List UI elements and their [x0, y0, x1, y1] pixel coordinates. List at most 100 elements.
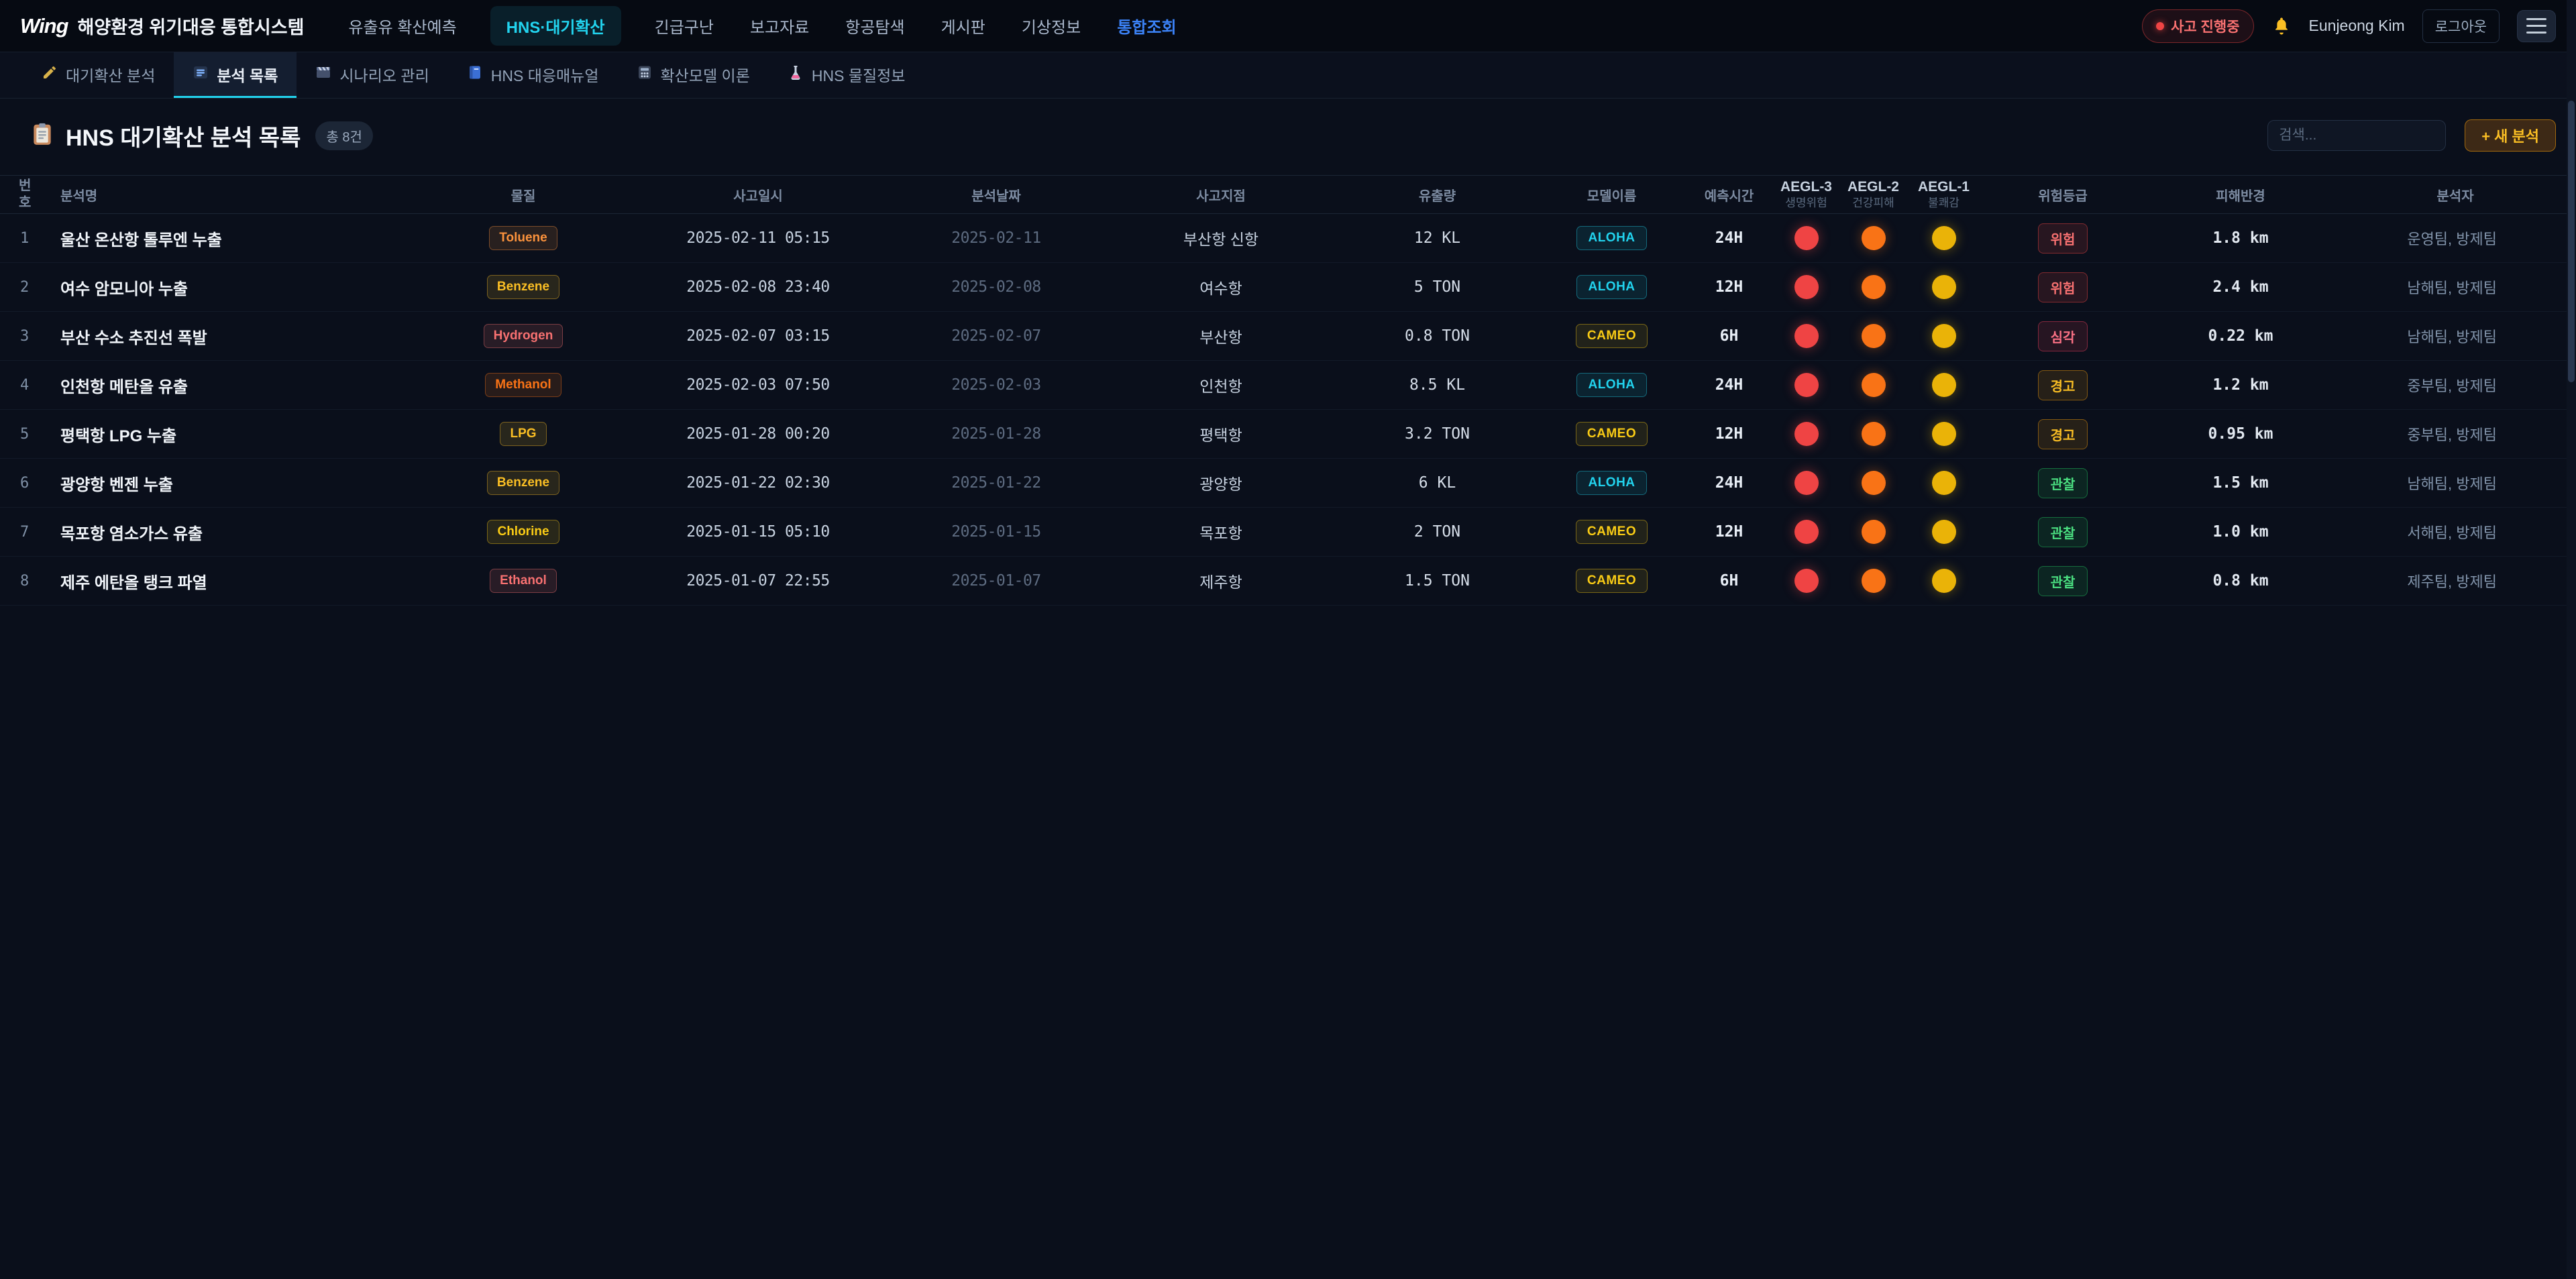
accident-datetime: 2025-01-22 02:30 [631, 474, 885, 492]
risk-badge: 경고 [2038, 419, 2088, 449]
logout-button[interactable]: 로그아웃 [2422, 9, 2500, 43]
col-header-analyst: 분석자 [2334, 185, 2576, 205]
risk-badge: 경고 [2038, 370, 2088, 400]
col-header-aegl3: AEGL-3 생명위험 [1774, 178, 1838, 211]
substance-badge: Benzene [487, 471, 559, 495]
analysis-date: 2025-01-28 [885, 425, 1107, 443]
clapperboard-icon [315, 64, 331, 85]
aegl3-indicator [1794, 226, 1819, 250]
aegl1-indicator [1932, 471, 1956, 495]
tab-hns-substance-info[interactable]: HNS 물질정보 [769, 52, 924, 98]
analyst: 중부팀, 방제팀 [2334, 374, 2576, 396]
tab-scenario-management[interactable]: 시나리오 관리 [297, 52, 447, 98]
col-header-radius: 피해반경 [2147, 185, 2334, 205]
nav-item-weather-info[interactable]: 기상정보 [1019, 6, 1083, 46]
aegl3-indicator [1794, 373, 1819, 397]
table-row[interactable]: 2 여수 암모니아 누출 Benzene 2025-02-08 23:40 20… [0, 263, 2576, 312]
prediction-duration: 24H [1684, 229, 1774, 247]
accident-datetime: 2025-01-28 00:20 [631, 425, 885, 443]
nav-item-oil-spill-prediction[interactable]: 유출유 확산예측 [345, 6, 459, 46]
accident-datetime: 2025-02-11 05:15 [631, 229, 885, 247]
risk-badge: 관찰 [2038, 517, 2088, 547]
analysis-name: 평택항 LPG 누출 [47, 423, 416, 446]
tab-label: 대기확산 분석 [66, 63, 155, 86]
analysis-date: 2025-01-22 [885, 474, 1107, 492]
tab-diffusion-model-theory[interactable]: 확산모델 이론 [618, 52, 769, 98]
aegl3-indicator [1794, 569, 1819, 593]
nav-item-aerial-search[interactable]: 항공탐색 [843, 6, 907, 46]
pencil-icon [42, 64, 58, 85]
table-row[interactable]: 1 울산 온산항 톨루엔 누출 Toluene 2025-02-11 05:15… [0, 214, 2576, 263]
nav-item-emergency-rescue[interactable]: 긴급구난 [652, 6, 716, 46]
damage-radius: 0.8 km [2147, 572, 2334, 590]
accident-location: 제주항 [1107, 569, 1335, 592]
analyst: 남해팀, 방제팀 [2334, 276, 2576, 298]
spill-amount: 3.2 TON [1335, 425, 1540, 443]
damage-radius: 1.5 km [2147, 474, 2334, 492]
aegl2-indicator [1862, 226, 1886, 250]
list-icon [193, 64, 209, 85]
nav-item-hns-diffusion[interactable]: HNS·대기확산 [490, 6, 621, 46]
table-body: 1 울산 온산항 톨루엔 누출 Toluene 2025-02-11 05:15… [0, 214, 2576, 606]
row-number: 3 [0, 328, 47, 345]
app-logo: Wing [20, 14, 68, 38]
top-nav: Wing 해양환경 위기대응 통합시스템 유출유 확산예측 HNS·대기확산 긴… [0, 0, 2576, 52]
prediction-duration: 12H [1684, 523, 1774, 541]
model-badge: CAMEO [1576, 324, 1648, 348]
bell-icon[interactable] [2271, 16, 2292, 36]
tab-analysis-list[interactable]: 분석 목록 [174, 52, 297, 98]
col-header-analysis-date: 분석날짜 [885, 185, 1107, 205]
aegl2-indicator [1862, 324, 1886, 348]
tab-label: HNS 대응매뉴얼 [491, 63, 599, 86]
aegl1-indicator [1932, 373, 1956, 397]
model-badge: ALOHA [1576, 471, 1646, 495]
tab-hns-response-manual[interactable]: HNS 대응매뉴얼 [448, 52, 618, 98]
analyst: 중부팀, 방제팀 [2334, 423, 2576, 445]
analyst: 서해팀, 방제팀 [2334, 521, 2576, 543]
damage-radius: 0.95 km [2147, 425, 2334, 443]
aegl2-indicator [1862, 471, 1886, 495]
accident-location: 목포항 [1107, 520, 1335, 543]
analysis-date: 2025-01-07 [885, 572, 1107, 590]
analyst: 남해팀, 방제팀 [2334, 325, 2576, 347]
table-row[interactable]: 4 인천항 메탄올 유출 Methanol 2025-02-03 07:50 2… [0, 361, 2576, 410]
col-header-model: 모델이름 [1540, 185, 1684, 205]
row-number: 1 [0, 230, 47, 247]
scrollbar-thumb[interactable] [2568, 101, 2575, 382]
spill-amount: 8.5 KL [1335, 376, 1540, 394]
analysis-date: 2025-02-11 [885, 229, 1107, 247]
risk-badge: 위험 [2038, 223, 2088, 254]
damage-radius: 1.2 km [2147, 376, 2334, 394]
nav-item-reports[interactable]: 보고자료 [747, 6, 812, 46]
nav-item-board[interactable]: 게시판 [938, 6, 988, 46]
model-badge: ALOHA [1576, 226, 1646, 250]
spill-amount: 5 TON [1335, 278, 1540, 296]
tab-label: HNS 물질정보 [812, 63, 906, 86]
search-input[interactable] [2267, 120, 2446, 151]
hamburger-menu-button[interactable] [2517, 10, 2556, 42]
row-number: 2 [0, 279, 47, 296]
page-title: HNS 대기확산 분석 목록 [66, 119, 301, 152]
accident-location: 여수항 [1107, 276, 1335, 298]
table-header-row: 번호 분석명 물질 사고일시 분석날짜 사고지점 유출량 모델이름 예측시간 A… [0, 175, 2576, 214]
analysis-name: 여수 암모니아 누출 [47, 276, 416, 299]
tab-bar: 대기확산 분석 분석 목록 시나리오 관리 HNS 대응매뉴얼 확산모델 이론 … [0, 52, 2576, 99]
col-header-no: 번호 [0, 178, 47, 211]
analysis-date: 2025-02-08 [885, 278, 1107, 296]
col-header-duration: 예측시간 [1684, 185, 1774, 205]
nav-item-integrated-search[interactable]: 통합조회 [1114, 6, 1179, 46]
tab-diffusion-analysis[interactable]: 대기확산 분석 [23, 52, 174, 98]
table-row[interactable]: 6 광양항 벤젠 누출 Benzene 2025-01-22 02:30 202… [0, 459, 2576, 508]
table-row[interactable]: 7 목포항 염소가스 유출 Chlorine 2025-01-15 05:10 … [0, 508, 2576, 557]
hamburger-icon [2526, 18, 2546, 20]
prediction-duration: 6H [1684, 327, 1774, 345]
table-row[interactable]: 3 부산 수소 추진선 폭발 Hydrogen 2025-02-07 03:15… [0, 312, 2576, 361]
table-row[interactable]: 8 제주 에탄올 탱크 파열 Ethanol 2025-01-07 22:55 … [0, 557, 2576, 606]
risk-badge: 위험 [2038, 272, 2088, 302]
table-row[interactable]: 5 평택항 LPG 누출 LPG 2025-01-28 00:20 2025-0… [0, 410, 2576, 459]
analysis-date: 2025-02-07 [885, 327, 1107, 345]
incident-status-badge[interactable]: 사고 진행중 [2142, 9, 2253, 43]
model-badge: CAMEO [1576, 569, 1648, 593]
new-analysis-button[interactable]: + 새 분석 [2465, 119, 2556, 152]
risk-badge: 관찰 [2038, 468, 2088, 498]
